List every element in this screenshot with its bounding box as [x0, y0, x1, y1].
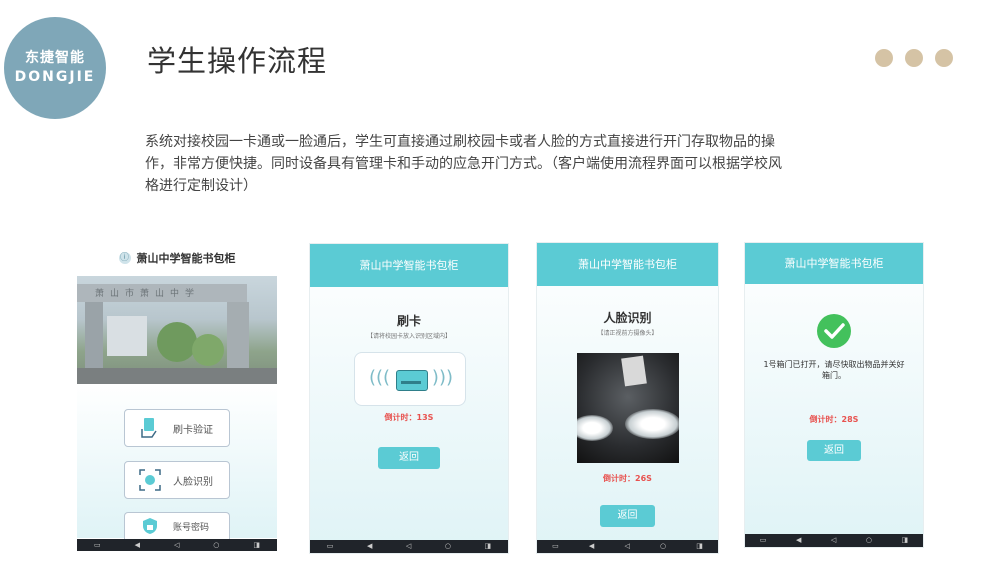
volume-icon[interactable]: ◀	[367, 543, 372, 550]
home-icon[interactable]: ○	[445, 543, 451, 550]
home-icon[interactable]: ○	[866, 537, 872, 544]
success-check-icon	[817, 314, 851, 348]
app-title: 萧山中学智能书包柜	[136, 252, 236, 265]
dot	[935, 49, 953, 67]
home-icon[interactable]: ○	[213, 541, 219, 549]
face-recognition-label: 人脸识别	[173, 476, 213, 488]
company-logo: 东捷智能 DONGJIE	[4, 17, 106, 119]
page-title: 学生操作流程	[147, 44, 328, 78]
screen-hint: 【请正视前方摄像头】	[597, 330, 658, 337]
decorative-dots	[875, 49, 953, 67]
volume-icon[interactable]: ◀	[589, 543, 594, 550]
card-icon	[396, 370, 428, 391]
back-button[interactable]: 返回	[378, 447, 440, 469]
screenshot-icon[interactable]: ▭	[94, 541, 101, 549]
gate-sign-text: 萧山市萧山中学	[95, 289, 201, 299]
back-button[interactable]: 返回	[807, 440, 861, 461]
school-gate-photo: 萧山市萧山中学	[77, 276, 277, 384]
card-verify-label: 刷卡验证	[173, 424, 213, 436]
info-icon: ⓘ	[118, 252, 131, 264]
back-button[interactable]: 返回	[600, 505, 655, 527]
lock-icon	[139, 515, 161, 537]
screen-header: 萧山中学智能书包柜	[537, 243, 718, 286]
light-reflection	[577, 415, 613, 441]
screen-title: 刷卡	[396, 314, 421, 328]
signal-right-icon: )))	[431, 367, 453, 388]
success-message: 1号箱门已打开，请尽快取出物品并关好箱门。	[763, 360, 905, 380]
recent-icon[interactable]: ◨	[485, 543, 492, 550]
logo-cn-text: 东捷智能	[25, 50, 85, 66]
home-icon[interactable]: ○	[660, 543, 666, 550]
card-verify-button[interactable]: 刷卡验证	[124, 409, 230, 447]
back-icon[interactable]: ◁	[831, 537, 836, 544]
face-recognition-button[interactable]: 人脸识别	[124, 461, 230, 499]
road	[77, 368, 277, 384]
back-icon[interactable]: ◁	[174, 541, 179, 549]
recent-icon[interactable]: ◨	[696, 543, 703, 550]
recent-icon[interactable]: ◨	[253, 541, 260, 549]
dot	[905, 49, 923, 67]
account-password-button[interactable]: 账号密码	[124, 512, 230, 539]
screen-header: 萧山中学智能书包柜	[745, 243, 923, 284]
back-icon[interactable]: ◁	[624, 543, 629, 550]
back-icon[interactable]: ◁	[406, 543, 411, 550]
android-navbar: ▭ ◀ ◁ ○ ◨	[537, 540, 718, 553]
tree	[192, 334, 224, 366]
card-reader-area: ((( )))	[354, 352, 466, 406]
light-reflection	[625, 409, 679, 439]
screen-hint: 【请将校园卡放入识别区域内】	[366, 333, 451, 340]
tree	[157, 322, 197, 362]
volume-icon[interactable]: ◀	[135, 541, 140, 549]
screenshot-icon[interactable]: ▭	[760, 537, 767, 544]
screen-door-opened: 萧山中学智能书包柜 1号箱门已打开，请尽快取出物品并关好箱门。 倒计时：28S …	[744, 242, 924, 548]
recent-icon[interactable]: ◨	[902, 537, 909, 544]
camera-preview	[577, 353, 679, 463]
screen-title: 人脸识别	[603, 311, 652, 325]
screen-card: 萧山中学智能书包柜 刷卡 【请将校园卡放入识别区域内】 ((( ))) 倒计时：…	[309, 243, 509, 554]
countdown: 倒计时：13S	[384, 413, 434, 422]
dot	[875, 49, 893, 67]
logo-en-text: DONGJIE	[14, 69, 96, 85]
face-scan-icon	[139, 469, 161, 491]
android-navbar: ▭ ◀ ◁ ○ ◨	[77, 539, 277, 551]
account-password-label: 账号密码	[173, 522, 210, 533]
screenshot-icon[interactable]: ▭	[552, 543, 559, 550]
signal-left-icon: (((	[369, 367, 391, 388]
volume-icon[interactable]: ◀	[796, 537, 801, 544]
android-navbar: ▭ ◀ ◁ ○ ◨	[745, 534, 923, 547]
screen-face: 萧山中学智能书包柜 人脸识别 【请正视前方摄像头】 倒计时：26S 返回 ▭ ◀…	[536, 242, 719, 554]
app-header: ⓘ 萧山中学智能书包柜	[77, 240, 277, 276]
countdown: 倒计时：28S	[809, 415, 859, 424]
countdown: 倒计时：26S	[603, 474, 652, 483]
screen-header: 萧山中学智能书包柜	[310, 244, 508, 287]
screenshot-icon[interactable]: ▭	[327, 543, 334, 550]
android-navbar: ▭ ◀ ◁ ○ ◨	[310, 540, 508, 553]
card-hand-icon	[139, 417, 161, 439]
paper-note	[621, 355, 647, 387]
description-text: 系统对接校园一卡通或一脸通后，学生可直接通过刷校园卡或者人脸的方式直接进行开门存…	[145, 134, 782, 194]
building	[107, 316, 147, 356]
screen-home: ⓘ 萧山中学智能书包柜 萧山市萧山中学 刷卡验证 人脸识别 账号密码 ▭ ◀ ◁…	[77, 240, 277, 551]
